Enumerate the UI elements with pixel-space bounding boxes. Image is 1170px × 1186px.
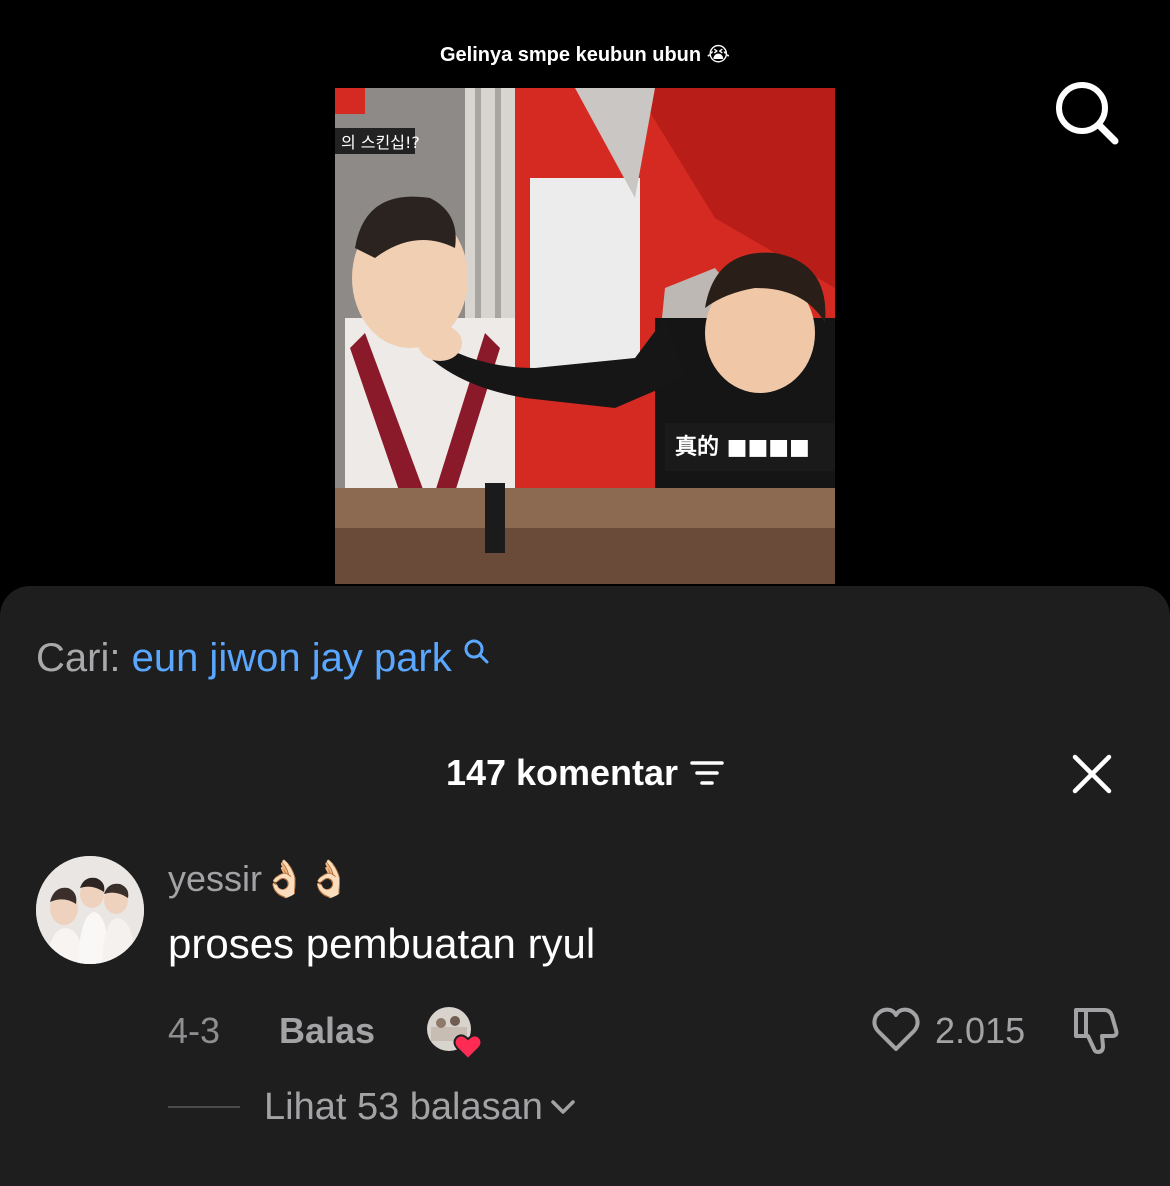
- video-player[interactable]: 의 스킨십!? 真的 ■■■■: [335, 88, 835, 584]
- replies-divider: [168, 1106, 240, 1108]
- comments-header: 147 komentar: [0, 752, 1170, 794]
- search-icon: [1056, 82, 1119, 145]
- search-suggestion[interactable]: Cari: eun jiwon jay park: [36, 636, 489, 681]
- search-suggestion-label: Cari:: [36, 636, 121, 680]
- search-button[interactable]: [1052, 78, 1122, 148]
- creator-liked-badge: [425, 1005, 487, 1061]
- heart-icon: [453, 1034, 483, 1061]
- filter-icon[interactable]: [690, 759, 724, 787]
- comment-username-emoji: 👌🏻👌🏻: [262, 858, 352, 899]
- chevron-down-icon: [551, 1100, 575, 1114]
- video-caption: Gelinya smpe keubun ubun 😭: [439, 44, 731, 66]
- heart-icon: [872, 1007, 920, 1051]
- video-overlay-text: 의 스킨십!?: [341, 133, 420, 152]
- close-icon: [1072, 754, 1112, 794]
- comment-count: 147 komentar: [445, 752, 679, 793]
- like-count: 2.015: [935, 1010, 1026, 1051]
- search-icon: [464, 639, 489, 664]
- close-button[interactable]: [1068, 750, 1116, 798]
- comment-username-text: yessir: [168, 858, 263, 899]
- view-replies-button[interactable]: Lihat 53 balasan: [264, 1086, 577, 1129]
- avatar-image: [36, 856, 144, 964]
- dislike-icon: [1074, 1008, 1119, 1054]
- like-button[interactable]: [870, 1004, 922, 1056]
- dislike-button[interactable]: [1070, 1002, 1126, 1058]
- search-suggestion-query[interactable]: eun jiwon jay park: [132, 636, 452, 680]
- video-subtitle-text: 真的 ■■■■: [675, 434, 810, 460]
- comment-date: 4-3: [168, 1010, 221, 1051]
- video-frame-image: 의 스킨십!? 真的 ■■■■: [335, 88, 835, 584]
- comment-username[interactable]: yessir👌🏻👌🏻: [168, 858, 352, 900]
- comment-text: proses pembuatan ryul: [168, 920, 596, 967]
- avatar[interactable]: [36, 856, 144, 964]
- view-replies-label: Lihat 53 balasan: [264, 1086, 543, 1128]
- reply-button[interactable]: Balas: [279, 1010, 375, 1052]
